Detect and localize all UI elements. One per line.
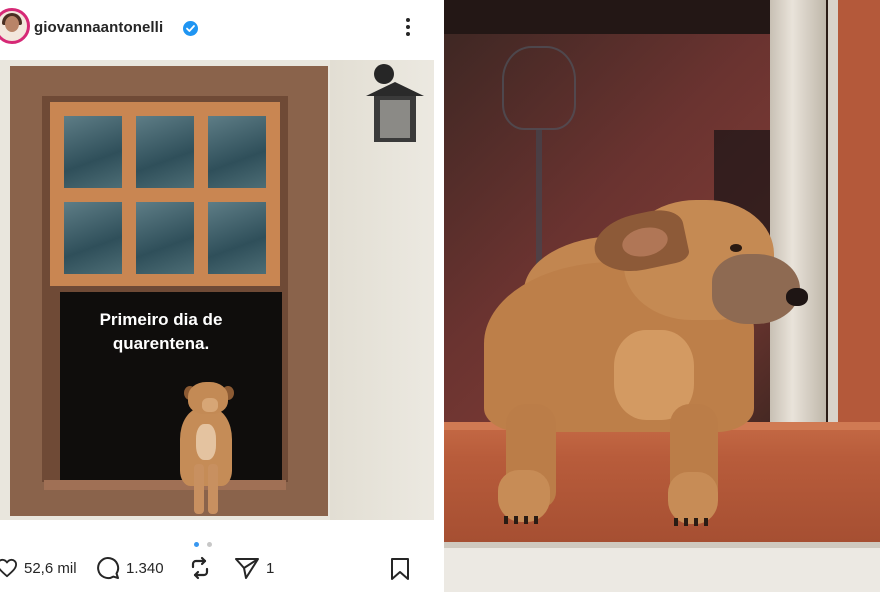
dog-snout	[202, 398, 218, 412]
post-actions: 52,6 mil 1.340 1	[0, 520, 434, 592]
window-pane	[64, 202, 122, 274]
window-pane	[208, 116, 266, 188]
window-pane	[208, 202, 266, 274]
window-pane	[64, 116, 122, 188]
dog-chest	[196, 424, 216, 460]
carousel-dot	[194, 542, 199, 547]
dog-nose	[786, 288, 808, 306]
verified-badge-icon	[183, 21, 198, 36]
dog-eye	[730, 244, 742, 252]
wall-shadow	[444, 542, 880, 548]
username[interactable]: giovannaantonelli	[34, 19, 163, 36]
window-pane	[136, 202, 194, 274]
dog-claws	[504, 516, 544, 524]
window-frame-strip	[828, 0, 838, 430]
dog-leg	[208, 464, 218, 514]
lamp-glass	[380, 100, 410, 138]
carousel-indicator	[192, 534, 214, 552]
dog-claws	[674, 518, 714, 526]
room-lamp	[502, 46, 576, 130]
image-caption: Primeiro dia de quarentena.	[66, 308, 256, 356]
share-button[interactable]: 1	[234, 554, 274, 582]
send-icon	[234, 556, 260, 580]
dog-muzzle	[712, 254, 800, 324]
repost-button[interactable]	[188, 554, 212, 582]
more-options-icon[interactable]	[400, 16, 416, 40]
bookmark-icon[interactable]	[389, 557, 411, 586]
avatar[interactable]	[0, 8, 30, 44]
window-pane	[136, 116, 194, 188]
image-caption-line: Primeiro dia de	[99, 310, 223, 329]
comment-count: 1.340	[126, 559, 164, 577]
heart-icon	[0, 558, 18, 578]
dog-leg	[194, 464, 204, 514]
repost-icon	[188, 556, 212, 580]
like-count: 52,6 mil	[24, 559, 77, 577]
window-shutter	[50, 102, 280, 286]
comment-button[interactable]: 1.340	[96, 554, 164, 582]
post-header: giovannaantonelli	[0, 0, 434, 60]
share-count: 1	[266, 559, 275, 577]
window-frame	[770, 0, 826, 424]
instagram-post: giovannaantonelli Primeiro dia de quaren…	[0, 0, 434, 592]
post-image: Primeiro dia de quarentena.	[0, 60, 434, 520]
carousel-dot	[207, 542, 213, 547]
window-sill	[44, 480, 286, 490]
dog-paw	[498, 470, 550, 522]
avatar-face	[5, 16, 19, 32]
room-shadow	[444, 0, 804, 34]
image-caption-line: quarentena.	[112, 334, 210, 353]
lamp-bracket	[374, 64, 394, 84]
divider	[434, 0, 444, 592]
comment-icon	[96, 556, 120, 580]
dog-photo	[444, 0, 880, 592]
white-wall	[444, 542, 880, 592]
dog-paw	[668, 472, 718, 524]
like-button[interactable]: 52,6 mil	[0, 554, 77, 582]
